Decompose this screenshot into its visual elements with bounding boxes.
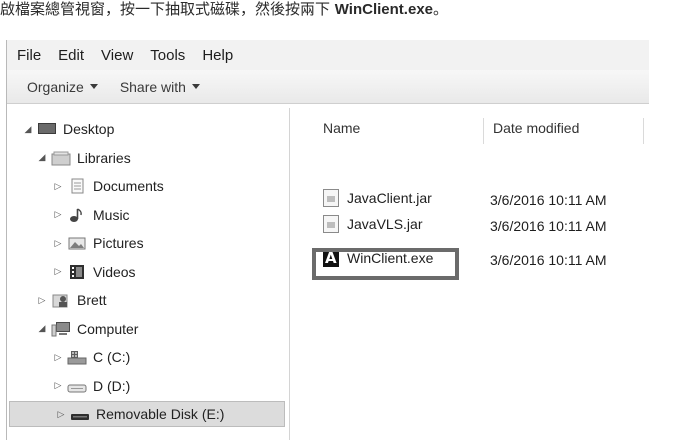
instruction-caption: 啟檔案總管視窗，按一下抽取式磁碟，然後按兩下 WinClient.exe。	[0, 0, 694, 24]
nav-item-pictures[interactable]: ▷ Pictures	[7, 230, 144, 256]
nav-item-label: C (C:)	[93, 349, 131, 365]
menu-view[interactable]: View	[101, 47, 133, 64]
nav-item-videos[interactable]: ▷ Videos	[7, 259, 136, 285]
file-date-modified: 3/6/2016 10:11 AM	[490, 192, 607, 208]
menu-edit[interactable]: Edit	[58, 47, 84, 64]
collapsed-arrow-icon[interactable]: ▷	[53, 266, 63, 277]
command-toolbar: Organize Share with	[7, 70, 649, 104]
jar-file-icon	[323, 215, 339, 233]
videos-icon	[67, 264, 87, 280]
collapsed-arrow-icon[interactable]: ▷	[53, 209, 63, 220]
menu-file[interactable]: File	[17, 47, 41, 64]
pane-divider[interactable]	[289, 108, 290, 440]
nav-item-computer[interactable]: ◢ Computer	[7, 316, 139, 342]
nav-item-documents[interactable]: ▷ Documents	[7, 173, 164, 199]
libraries-icon	[51, 150, 71, 166]
caption-bold-filename: WinClient.exe	[334, 1, 433, 18]
nav-item-label: Pictures	[93, 235, 144, 251]
file-name: JavaVLS.jar	[347, 216, 423, 232]
music-icon	[67, 207, 87, 223]
caption-end: 。	[433, 0, 449, 18]
nav-item-label: Music	[93, 206, 130, 223]
file-name-cell[interactable]: JavaVLS.jar	[323, 215, 422, 233]
nav-item-label: Desktop	[63, 121, 115, 137]
file-name: JavaClient.jar	[347, 190, 432, 206]
share-with-label: Share with	[119, 78, 186, 95]
organize-label: Organize	[27, 78, 84, 95]
caption-text: 啟檔案總管視窗，按一下抽取式磁碟，然後按兩下	[0, 0, 335, 18]
collapsed-arrow-icon[interactable]: ▷	[53, 238, 63, 249]
collapsed-arrow-icon[interactable]: ▷	[56, 409, 66, 420]
computer-icon	[51, 321, 71, 337]
nav-item-removable-disk-e[interactable]: ▷ Removable Disk (E:)	[9, 401, 285, 427]
file-date-modified: 3/6/2016 10:11 AM	[490, 252, 607, 268]
pictures-icon	[67, 235, 87, 251]
nav-item-label: Videos	[93, 263, 136, 280]
nav-item-libraries[interactable]: ◢ Libraries	[7, 145, 131, 171]
collapsed-arrow-icon[interactable]: ▷	[53, 380, 63, 391]
nav-item-label: Computer	[77, 320, 139, 337]
expanded-arrow-icon[interactable]: ◢	[23, 124, 33, 135]
column-separator[interactable]	[643, 118, 644, 144]
share-with-button[interactable]: Share with	[120, 79, 200, 95]
menu-tools[interactable]: Tools	[150, 47, 185, 64]
nav-item-d-d[interactable]: ▷ D (D:)	[7, 373, 131, 399]
removable-disk-icon	[70, 406, 90, 422]
nav-item-label: Brett	[77, 292, 107, 308]
expanded-arrow-icon[interactable]: ◢	[37, 152, 47, 163]
menu-bar: File Edit View Tools Help	[7, 40, 649, 70]
jar-file-icon	[323, 189, 339, 207]
nav-item-label: Libraries	[77, 149, 131, 166]
file-date-modified: 3/6/2016 10:11 AM	[490, 218, 607, 234]
highlight-box	[312, 248, 459, 280]
file-name-cell[interactable]: JavaClient.jar	[323, 189, 432, 207]
drive-c-icon	[67, 349, 87, 365]
explorer-window: File Edit View Tools Help Organize Share…	[6, 40, 649, 440]
column-separator[interactable]	[483, 118, 484, 144]
chevron-down-icon	[191, 84, 200, 89]
collapsed-arrow-icon[interactable]: ▷	[37, 295, 47, 306]
organize-button[interactable]: Organize	[27, 79, 98, 95]
drive-d-icon	[67, 378, 87, 394]
chevron-down-icon	[89, 84, 98, 89]
nav-item-desktop[interactable]: ◢ Desktop	[7, 116, 115, 142]
column-header-date-modified[interactable]: Date modified	[493, 120, 579, 140]
nav-item-label: D (D:)	[93, 377, 131, 394]
nav-item-music[interactable]: ▷ Music	[7, 202, 130, 228]
desktop-icon	[37, 121, 57, 137]
file-row[interactable]: JavaVLS.jar 3/6/2016 10:11 AM	[303, 212, 649, 236]
collapsed-arrow-icon[interactable]: ▷	[53, 352, 63, 363]
nav-item-label: Removable Disk (E:)	[96, 406, 225, 422]
file-row[interactable]: JavaClient.jar 3/6/2016 10:11 AM	[303, 186, 649, 210]
column-header-name[interactable]: Name	[323, 120, 360, 140]
navigation-pane: ◢ Desktop ◢ Libraries ▷ Documents ▷ Music ▷ Pictu…	[7, 108, 289, 440]
nav-item-label: Documents	[93, 178, 164, 194]
file-list-pane: Name Date modified JavaClient.jar 3/6/201…	[303, 108, 649, 440]
collapsed-arrow-icon[interactable]: ▷	[53, 181, 63, 192]
user-folder-icon	[51, 292, 71, 308]
documents-icon	[67, 178, 87, 194]
menu-help[interactable]: Help	[202, 47, 233, 64]
nav-item-brett[interactable]: ▷ Brett	[7, 287, 107, 313]
expanded-arrow-icon[interactable]: ◢	[37, 323, 47, 334]
nav-item-c-c[interactable]: ▷ C (C:)	[7, 344, 131, 370]
